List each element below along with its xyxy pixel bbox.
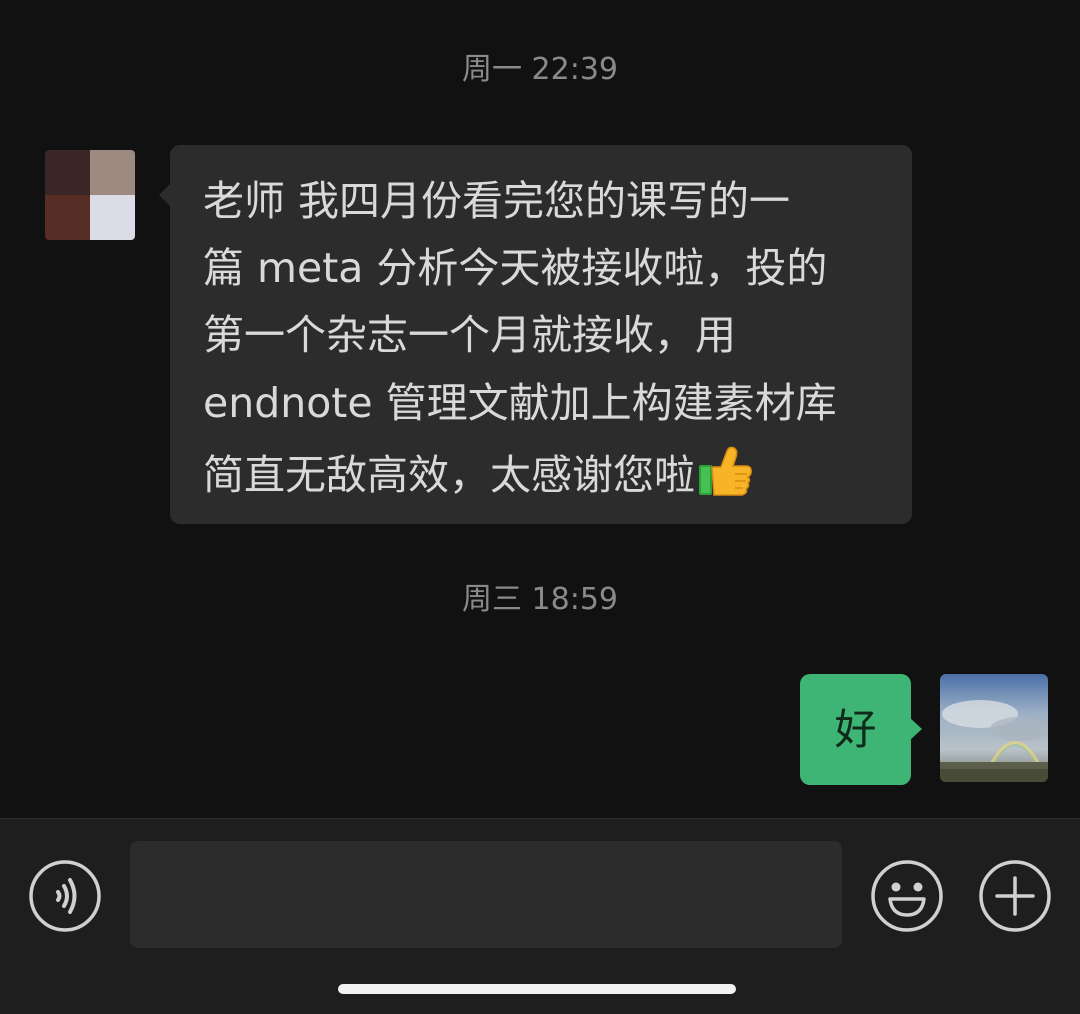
timestamp-divider: 周三 18:59 xyxy=(462,582,618,617)
message-line: 简直无敌高效，太感谢您啦 xyxy=(203,451,695,499)
message-line: 篇 meta 分析今天被接收啦，投的 xyxy=(203,244,828,292)
message-line: 第一个杂志一个月就接收，用 xyxy=(203,311,736,359)
my-avatar[interactable] xyxy=(940,674,1048,782)
emoji-button[interactable] xyxy=(870,859,944,933)
message-input[interactable] xyxy=(130,841,842,948)
message-line: endnote 管理文献加上构建素材库 xyxy=(203,379,837,427)
home-indicator[interactable] xyxy=(338,984,736,994)
input-bar xyxy=(0,818,1080,1014)
voice-input-button[interactable] xyxy=(28,859,102,933)
message-line-last: 简直无敌高效，太感谢您啦 xyxy=(203,445,753,500)
thumbs-up-icon xyxy=(697,445,753,497)
voice-icon xyxy=(29,860,101,932)
emoji-icon xyxy=(871,860,943,932)
message-line: 老师 我四月份看完您的课写的一 xyxy=(203,177,791,225)
plus-icon xyxy=(979,860,1051,932)
outgoing-message-bubble[interactable]: 好 xyxy=(800,674,922,785)
more-options-button[interactable] xyxy=(978,859,1052,933)
contact-avatar[interactable] xyxy=(45,150,135,240)
chat-message-area[interactable]: 周一 22:39 老师 我四月份看完您的课写的一 篇 meta 分析今天被接收啦… xyxy=(0,0,1080,818)
timestamp-divider: 周一 22:39 xyxy=(462,52,618,87)
outgoing-message-text: 好 xyxy=(834,705,877,754)
